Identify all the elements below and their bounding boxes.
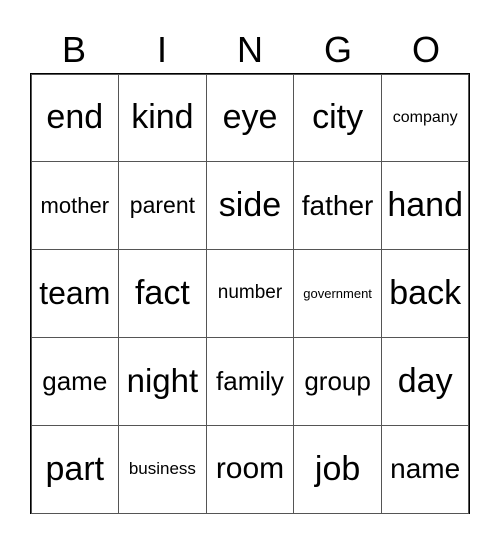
header-letter-n: N: [237, 29, 263, 70]
bingo-cell[interactable]: team: [30, 249, 120, 338]
bingo-cell[interactable]: parent: [118, 161, 207, 251]
bingo-grid: end kind eye city company mother parent side fat…: [30, 73, 470, 514]
bingo-cell[interactable]: family: [205, 336, 295, 426]
header-letter-b: B: [61, 29, 86, 70]
bingo-cell[interactable]: name: [380, 424, 470, 514]
bingo-cell[interactable]: end: [30, 73, 120, 163]
bingo-cell[interactable]: mother: [30, 161, 120, 251]
bingo-cell[interactable]: back: [380, 249, 470, 338]
bingo-cell[interactable]: side: [205, 161, 295, 251]
bingo-cell[interactable]: government: [293, 249, 382, 338]
bingo-header: B I N G O: [30, 28, 470, 72]
bingo-cell[interactable]: fact: [118, 249, 207, 338]
bingo-cell[interactable]: job: [293, 424, 382, 514]
bingo-cell[interactable]: room: [205, 424, 295, 514]
header-letter-i: I: [156, 29, 167, 70]
bingo-cell[interactable]: hand: [380, 161, 470, 251]
bingo-cell[interactable]: city: [293, 73, 382, 163]
bingo-cell[interactable]: father: [293, 161, 382, 251]
bingo-cell[interactable]: night: [118, 336, 207, 426]
bingo-cell[interactable]: eye: [205, 73, 295, 163]
bingo-cell[interactable]: part: [30, 424, 120, 514]
bingo-cell[interactable]: number: [205, 249, 295, 338]
bingo-cell[interactable]: company: [380, 73, 470, 163]
bingo-cell[interactable]: game: [30, 336, 120, 426]
bingo-cell[interactable]: business: [118, 424, 207, 514]
header-letter-o: O: [411, 29, 440, 70]
bingo-cell[interactable]: kind: [118, 73, 207, 163]
bingo-cell[interactable]: day: [380, 336, 470, 426]
bingo-cell[interactable]: group: [293, 336, 382, 426]
header-letter-g: G: [323, 29, 352, 70]
